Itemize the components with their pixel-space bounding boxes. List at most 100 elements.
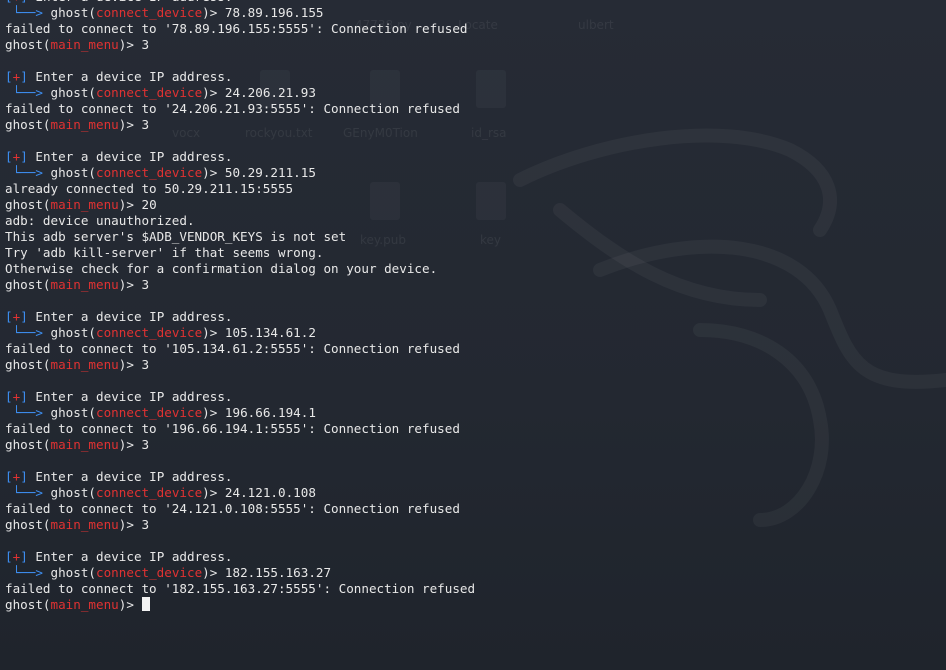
bracket-close: ] [20,469,28,484]
command-output-line: failed to connect to '105.134.61.2:5555'… [5,341,460,356]
command-output-line: failed to connect to '24.206.21.93:5555'… [5,101,460,116]
prompt-context: connect_device [96,165,203,180]
enter-ip-text: Enter a device IP address. [35,149,233,164]
prompt-context: main_menu [50,37,119,52]
prompt-user: ghost [50,485,89,500]
prompt-paren: )> [202,85,225,100]
menu-choice-value: 3 [141,117,150,132]
prompt-paren: ( [42,277,51,292]
prompt-paren: )> [202,165,225,180]
prompt-context: connect_device [96,325,203,340]
command-output-line: This adb server's $ADB_VENDOR_KEYS is no… [5,229,347,244]
input-prompt-line: └──> ghost(connect_device)> 196.66.194.1 [5,405,946,421]
bracket-open: [ [5,469,13,484]
enter-ip-text: Enter a device IP address. [35,69,233,84]
prompt-user: ghost [5,437,43,452]
bracket-close: ] [20,309,28,324]
ip-input-value: 24.121.0.108 [224,485,316,500]
menu-prompt-line: ghost(main_menu)> 3 [5,117,946,133]
enter-ip-line: [+] Enter a device IP address. [5,389,946,405]
prompt-paren: )> [118,437,142,452]
menu-prompt-line: ghost(main_menu)> 3 [5,517,946,533]
prompt-user: ghost [50,5,89,20]
prompt-paren: ( [42,197,51,212]
bracket-close: ] [20,549,28,564]
enter-ip-line: [+] Enter a device IP address. [5,309,946,325]
bracket-close: ] [20,0,28,4]
prompt-paren: ( [88,165,97,180]
ip-input-value: 105.134.61.2 [224,325,316,340]
menu-prompt-line: ghost(main_menu)> [5,597,946,613]
prompt-paren: ( [42,597,51,612]
prompt-paren: )> [118,197,142,212]
prompt-paren: )> [202,485,225,500]
menu-prompt-line: ghost(main_menu)> 3 [5,437,946,453]
command-output-line: failed to connect to '182.155.163.27:555… [5,581,476,596]
enter-ip-text: Enter a device IP address. [35,469,233,484]
command-output-line: Otherwise check for a confirmation dialo… [5,261,438,276]
bracket-open: [ [5,309,13,324]
prompt-context: main_menu [50,437,119,452]
prompt-context: connect_device [96,5,203,20]
prompt-context: connect_device [96,85,203,100]
menu-prompt-line: ghost(main_menu)> 20 [5,197,946,213]
menu-choice-value: 3 [141,517,150,532]
prompt-user: ghost [50,325,89,340]
ip-input-value: 78.89.196.155 [224,5,324,20]
prompt-arrow-icon: └──> [5,485,51,500]
menu-prompt-line: ghost(main_menu)> 3 [5,357,946,373]
command-output-line: already connected to 50.29.211.15:5555 [5,181,294,196]
prompt-arrow-icon: └──> [5,325,51,340]
command-output-line: failed to connect to '24.121.0.108:5555'… [5,501,460,516]
prompt-user: ghost [50,565,89,580]
prompt-paren: ( [88,5,97,20]
prompt-paren: )> [202,565,225,580]
ip-input-value: 24.206.21.93 [224,85,316,100]
prompt-paren: ( [42,517,51,532]
prompt-context: main_menu [50,277,119,292]
prompt-paren: )> [202,325,225,340]
bracket-open: [ [5,389,13,404]
prompt-paren: )> [118,357,142,372]
enter-ip-text: Enter a device IP address. [35,0,232,4]
prompt-arrow-icon: └──> [5,565,51,580]
bracket-open: [ [5,0,13,4]
input-prompt-line: └──> ghost(connect_device)> 50.29.211.15 [5,165,946,181]
block-cursor-icon[interactable] [141,597,150,611]
bracket-open: [ [5,549,13,564]
bracket-open: [ [5,149,13,164]
prompt-user: ghost [5,277,43,292]
terminal-output[interactable]: [+] Enter a device IP address. └──> ghos… [5,0,946,670]
prompt-paren: )> [202,405,225,420]
prompt-user: ghost [5,357,43,372]
ip-input-value: 182.155.163.27 [224,565,332,580]
prompt-user: ghost [5,37,43,52]
command-output-line: failed to connect to '78.89.196.155:5555… [5,21,468,36]
prompt-context: main_menu [50,357,119,372]
enter-ip-line: [+] Enter a device IP address. [5,149,946,165]
prompt-arrow-icon: └──> [5,85,51,100]
input-prompt-line: └──> ghost(connect_device)> 182.155.163.… [5,565,946,581]
menu-prompt-line: ghost(main_menu)> 3 [5,277,946,293]
prompt-arrow-icon: └──> [5,405,51,420]
menu-choice-value: 3 [141,37,150,52]
prompt-context: connect_device [96,405,203,420]
desktop-background: 47738.py Locate ulbert vocx rockyou.txt … [0,0,946,670]
prompt-paren: )> [118,277,142,292]
input-prompt-line: └──> ghost(connect_device)> 105.134.61.2 [5,325,946,341]
input-prompt-line: └──> ghost(connect_device)> 24.206.21.93 [5,85,946,101]
prompt-arrow-icon: └──> [5,165,51,180]
prompt-context: connect_device [96,485,203,500]
command-output-line: Try 'adb kill-server' if that seems wron… [5,245,324,260]
prompt-arrow-icon: └──> [5,5,51,20]
prompt-user: ghost [50,405,89,420]
prompt-paren: ( [88,85,97,100]
prompt-paren: ( [42,37,51,52]
menu-choice-value: 3 [141,357,150,372]
prompt-context: connect_device [96,565,203,580]
input-prompt-line: └──> ghost(connect_device)> 24.121.0.108 [5,485,946,501]
